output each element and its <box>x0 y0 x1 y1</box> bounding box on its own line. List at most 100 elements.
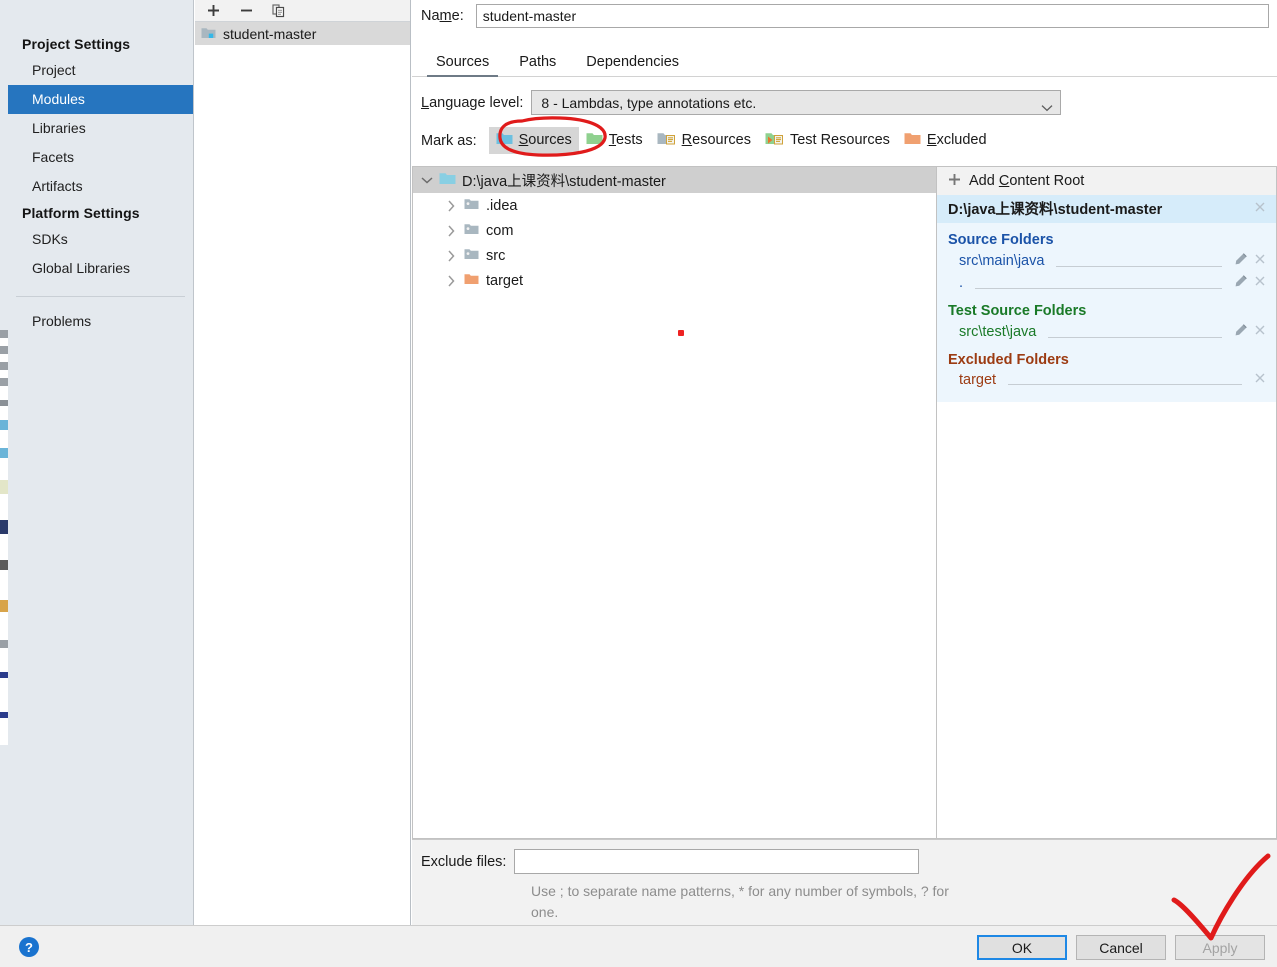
excluded-folder-path: target <box>959 372 997 388</box>
tab-dependencies[interactable]: Dependencies <box>571 51 694 76</box>
mark-as-label: Mark as: <box>421 132 477 149</box>
module-name-row: Name: <box>412 0 1277 32</box>
add-module-button[interactable] <box>203 2 223 20</box>
chevron-right-icon[interactable] <box>445 199 457 212</box>
dialog-footer: ? https://blog.csdn.net/weixin_44895475 … <box>0 925 1277 967</box>
chevron-down-icon <box>1041 99 1053 112</box>
tree-row-com[interactable]: com <box>413 218 936 243</box>
language-level-value: 8 - Lambdas, type annotations etc. <box>541 94 757 111</box>
open-folder-icon <box>439 171 456 189</box>
edit-icon[interactable] <box>1234 274 1248 292</box>
ok-button[interactable]: OK <box>977 935 1067 960</box>
tree-row-label: .idea <box>486 197 518 214</box>
test-resources-folder-icon <box>765 131 784 149</box>
tab-paths[interactable]: Paths <box>504 51 571 76</box>
source-folder-path: src\main\java <box>959 253 1045 269</box>
mark-as-tests-button[interactable]: Tests <box>579 127 650 154</box>
sidebar-item-problems[interactable]: Problems <box>8 307 193 336</box>
tab-sources[interactable]: Sources <box>421 51 504 77</box>
module-name-label: Name: <box>421 8 464 24</box>
settings-sidebar: Project Settings Project Modules Librari… <box>8 0 194 925</box>
chevron-right-icon[interactable] <box>445 249 457 262</box>
entry-underline <box>975 288 1222 289</box>
sidebar-item-modules[interactable]: Modules <box>8 85 193 114</box>
tree-root-label: D:\java上课资料\student-master <box>462 173 666 190</box>
source-folder-entry[interactable]: src\main\java <box>937 250 1276 272</box>
sidebar-item-sdks[interactable]: SDKs <box>8 225 193 254</box>
sources-content-area: D:\java上课资料\student-master .idea com src… <box>412 166 1277 839</box>
module-folder-icon <box>464 222 479 239</box>
content-root-tree: D:\java上课资料\student-master .idea com src… <box>412 166 936 839</box>
exclude-files-label: Exclude files: <box>421 853 507 870</box>
module-list-item-student-master[interactable]: student-master <box>195 22 410 45</box>
sidebar-item-global-libraries[interactable]: Global Libraries <box>8 254 193 283</box>
mark-as-sources-label: Sources <box>518 132 572 148</box>
module-list-item-label: student-master <box>223 25 317 42</box>
mark-as-resources-label: Resources <box>681 132 751 148</box>
sidebar-nav-list: Project Settings Project Modules Librari… <box>8 0 193 336</box>
sidebar-divider <box>16 296 185 297</box>
sidebar-item-facets[interactable]: Facets <box>8 143 193 172</box>
test-source-folders-section-title: Test Source Folders <box>948 303 1087 319</box>
tree-row-label: src <box>486 247 506 264</box>
chevron-down-icon[interactable] <box>421 174 433 186</box>
remove-source-folder-icon[interactable] <box>1254 275 1266 291</box>
sidebar-item-artifacts[interactable]: Artifacts <box>8 172 193 201</box>
mark-as-sources-button[interactable]: Sources <box>488 127 579 154</box>
content-root-body: D:\java上课资料\student-master Source Folder… <box>937 195 1276 402</box>
add-content-root-label: Add Content Root <box>969 173 1085 189</box>
apply-button[interactable]: Apply <box>1175 935 1265 960</box>
sidebar-item-libraries[interactable]: Libraries <box>8 114 193 143</box>
module-folder-icon <box>464 197 479 214</box>
tree-root-row[interactable]: D:\java上课资料\student-master <box>413 167 936 193</box>
language-level-select[interactable]: 8 - Lambdas, type annotations etc. <box>531 90 1062 115</box>
tree-row-label: target <box>486 272 524 289</box>
language-level-row: Language level: 8 - Lambdas, type annota… <box>412 77 1277 115</box>
source-folder-path: . <box>959 275 964 291</box>
module-folder-icon <box>201 26 216 42</box>
test-source-folder-entry[interactable]: src\test\java <box>937 321 1276 343</box>
remove-content-root-icon[interactable] <box>1254 201 1266 217</box>
edit-icon[interactable] <box>1234 252 1248 270</box>
chevron-right-icon[interactable] <box>445 224 457 237</box>
tree-row-idea[interactable]: .idea <box>413 193 936 218</box>
content-root-path: D:\java上课资料\student-master <box>948 202 1163 218</box>
remove-source-folder-icon[interactable] <box>1254 253 1266 269</box>
remove-test-source-folder-icon[interactable] <box>1254 324 1266 340</box>
entry-underline <box>1056 266 1222 267</box>
content-root-panel: Add Content Root D:\java上课资料\student-mas… <box>936 166 1277 839</box>
module-name-input[interactable] <box>475 4 1269 28</box>
sources-folder-icon <box>496 131 513 149</box>
exclude-hint-line1: Use ; to separate name patterns, * for a… <box>531 883 858 899</box>
module-tabs: Sources Paths Dependencies <box>412 46 1277 77</box>
project-structure-dialog: Project Settings Project Modules Librari… <box>0 0 1277 967</box>
excluded-folder-entry[interactable]: target <box>937 370 1276 390</box>
exclude-files-input[interactable] <box>514 849 920 874</box>
remove-excluded-folder-icon[interactable] <box>1254 372 1266 388</box>
add-content-root-button[interactable]: Add Content Root <box>937 167 1276 195</box>
source-folder-entry[interactable]: . <box>937 272 1276 294</box>
remove-module-button[interactable] <box>236 2 256 20</box>
modules-list-panel: student-master <box>195 0 411 925</box>
background-window-sliver <box>0 0 8 967</box>
excluded-folder-icon <box>904 131 921 149</box>
sidebar-item-project[interactable]: Project <box>8 56 193 85</box>
edit-icon[interactable] <box>1234 323 1248 341</box>
mark-as-excluded-button[interactable]: Excluded <box>897 127 994 154</box>
exclude-files-area: Exclude files: Use ; to separate name pa… <box>412 839 1277 925</box>
cancel-button[interactable]: Cancel <box>1076 935 1166 960</box>
tree-row-target[interactable]: target <box>413 268 936 293</box>
mark-as-resources-button[interactable]: Resources <box>650 127 758 154</box>
modules-toolbar <box>195 0 410 22</box>
resources-folder-icon <box>657 131 676 149</box>
excluded-folders-section-title: Excluded Folders <box>948 352 1069 368</box>
mark-as-excluded-label: Excluded <box>926 132 987 148</box>
exclude-files-row: Exclude files: <box>421 849 1277 874</box>
copy-module-button[interactable] <box>269 2 289 20</box>
mark-as-test-resources-button[interactable]: Test Resources <box>758 127 897 154</box>
sidebar-group-project-settings: Project Settings <box>22 36 131 52</box>
chevron-right-icon[interactable] <box>445 274 457 287</box>
help-button[interactable]: ? <box>19 937 39 957</box>
content-root-header: D:\java上课资料\student-master <box>937 195 1276 223</box>
tree-row-src[interactable]: src <box>413 243 936 268</box>
